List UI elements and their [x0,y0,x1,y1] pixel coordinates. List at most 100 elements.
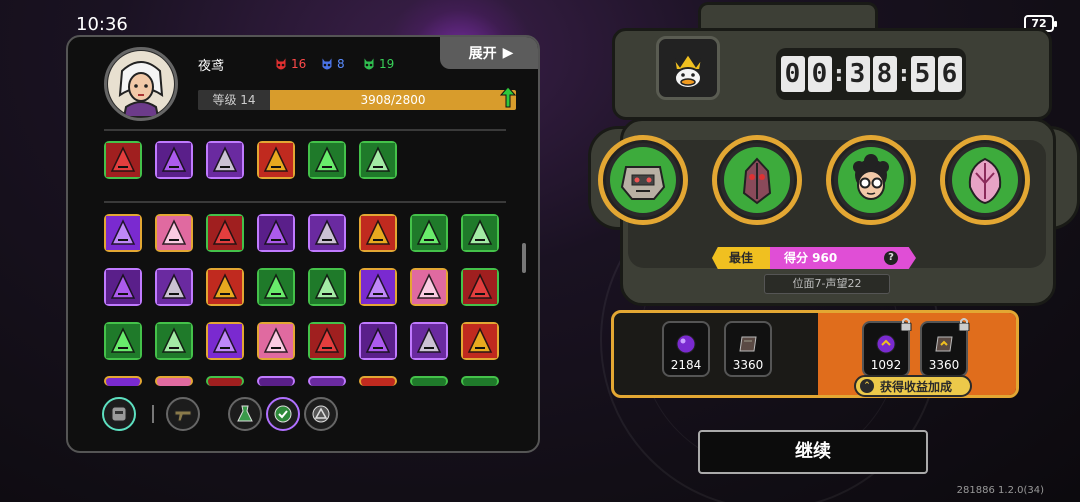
result-machine: 0 0 : 3 8 : 5 6 最佳 得分 960 ? 位面7-声望22 [570,0,1080,310]
character-slot-2[interactable] [712,135,802,225]
tab-weapon[interactable] [166,397,200,431]
ability-tile-partial[interactable] [206,376,244,386]
purple-orb-icon [876,334,896,354]
arrow-up-item-icon[interactable] [206,141,244,179]
red-wave-ability-icon[interactable] [257,322,295,360]
armor-icon [111,406,127,422]
pillar-ability-icon[interactable] [104,268,142,306]
green-swirl-ability-icon[interactable] [206,268,244,306]
red-claws-ability-icon[interactable] [461,268,499,306]
red-mask-icon [275,55,287,71]
purple-road-ability-icon[interactable] [308,214,346,252]
timer-digit: 0 [780,56,805,92]
red-fang-ability-icon[interactable] [257,268,295,306]
green-spikes-ability-icon[interactable] [410,322,448,360]
claw-item-icon[interactable] [104,141,142,179]
purple-rope-ability-icon[interactable] [461,322,499,360]
divider [104,129,506,131]
character-slot-3[interactable] [826,135,916,225]
crowned-duck-icon [673,52,703,89]
green-arrow-ability-icon[interactable] [104,214,142,252]
purple-moon-ability-icon[interactable] [257,214,295,252]
scrollbar[interactable] [522,243,526,273]
pink-star-ability-icon[interactable] [359,268,397,306]
avatar[interactable] [104,47,178,121]
green-gem-icon [274,405,292,423]
yellow-slash-ability-icon[interactable] [359,214,397,252]
timer-digit: 0 [807,56,832,92]
tab-potion[interactable] [228,397,262,431]
level-bar: 等级 14 3908/2800 [198,90,516,110]
tab-gear-gray[interactable] [304,397,338,431]
ability-tile-partial[interactable] [461,376,499,386]
dark-tablet-icon [739,336,757,352]
reward-tablet: 3360 [724,321,772,377]
character-slot-1[interactable] [598,135,688,225]
red-figure-ability-icon[interactable] [155,268,193,306]
flame-vortex-ability-icon[interactable] [308,268,346,306]
double-chevron-up-icon: ⌃ [860,379,874,393]
green-resource-count: 19 [379,57,395,71]
ability-tile-partial[interactable] [104,376,142,386]
gun-icon [174,410,192,422]
status-time: 10:36 [76,14,128,35]
green-shield-ability-icon[interactable] [104,322,142,360]
green-pipe-item-icon[interactable] [359,141,397,179]
red-resource-count: 16 [291,57,307,71]
ability-tile-partial[interactable] [359,376,397,386]
reward-orb-value: 2184 [670,358,702,372]
blue-resource: 8 [320,55,345,73]
triangle-badge-icon [312,405,330,423]
level-label: 等级 14 [198,90,270,110]
info-icon[interactable]: ? [884,251,898,265]
purple-splash-ability-icon[interactable] [308,322,346,360]
score-value: 得分 960 ? [770,247,916,269]
pink-crystal-character-icon [968,157,1002,205]
ability-tile-partial[interactable] [155,376,193,386]
continue-button[interactable]: 继续 [698,430,928,474]
yellow-burst-ability-icon[interactable] [359,322,397,360]
character-slot-4[interactable] [940,135,1030,225]
ability-tile-partial[interactable] [308,376,346,386]
pink-blade-ability-icon[interactable] [155,214,193,252]
ability-tile-partial[interactable] [410,376,448,386]
red-resource: 16 [274,55,306,73]
expand-button[interactable]: 展开 ▶ [440,37,538,69]
red-beast-ability-icon[interactable] [206,214,244,252]
beetle-character-icon [742,157,772,205]
score-text: 得分 960 [784,251,838,265]
purple-eye-item-icon[interactable] [257,141,295,179]
level-up-arrow-icon[interactable] [500,86,516,108]
fire-burst-ability-icon[interactable] [155,322,193,360]
machine-handle [698,2,878,28]
green-mask-icon [363,55,375,71]
bonus-tablet-value: 3360 [928,358,960,372]
purple-orb-icon [676,334,696,354]
rank-badge [656,36,720,100]
divider [104,201,506,203]
run-timer: 0 0 : 3 8 : 5 6 [776,48,966,100]
green-spark-item-icon[interactable] [155,141,193,179]
bonus-orb-value: 1092 [870,358,902,372]
plane-prestige-label: 位面7-声望22 [764,274,890,294]
timer-colon: : [899,61,909,87]
blue-mask-icon [321,55,333,71]
machine-item-icon[interactable] [308,141,346,179]
bonus-badge[interactable]: ⌃ 获得收益加成 [854,375,972,397]
tab-armor[interactable] [102,397,136,431]
timer-digit: 3 [845,56,870,92]
dark-tablet-icon [935,336,953,352]
tab-gear-green[interactable] [266,397,300,431]
robot-character-icon [620,166,666,200]
lock-icon [900,318,912,331]
character-panel: 夜鸢 16 8 19 展开 ▶ 等级 14 3908/2800 [66,35,540,453]
green-twin-ability-icon[interactable] [410,214,448,252]
reward-tablet-value: 3360 [732,358,764,372]
version-text: 281886 1.2.0(34) [956,485,1044,496]
red-flame-ability-icon[interactable] [206,322,244,360]
timer-digit: 8 [872,56,897,92]
green-resource: 19 [362,55,394,73]
ability-tile-partial[interactable] [257,376,295,386]
blue-lightning-ability-icon[interactable] [410,268,448,306]
green-plant-ability-icon[interactable] [461,214,499,252]
